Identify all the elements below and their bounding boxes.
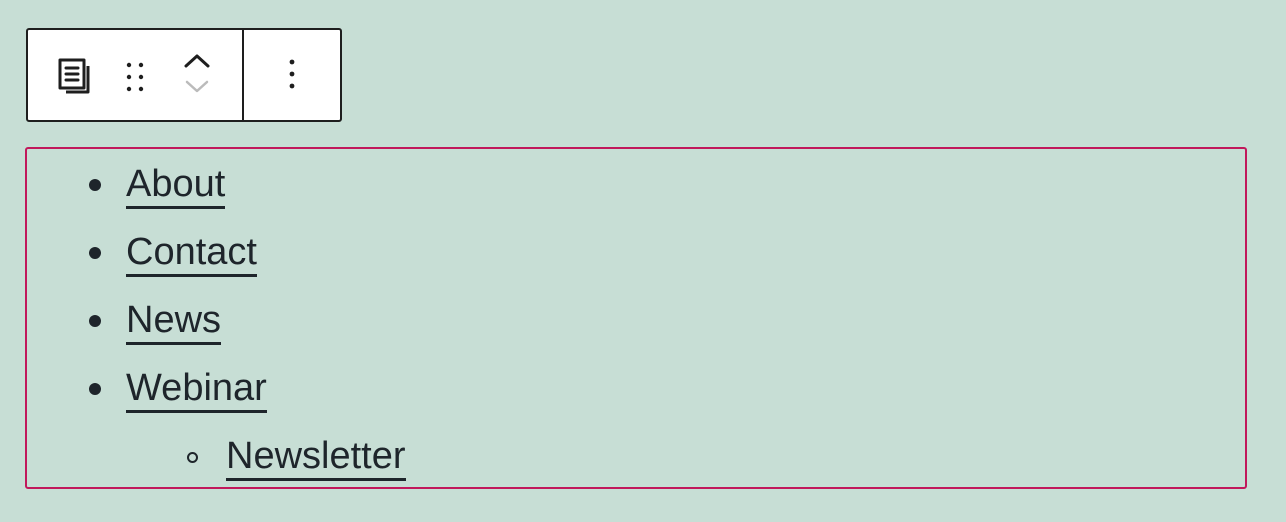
block-mover (180, 48, 214, 106)
block-toolbar-main-group (28, 30, 244, 120)
drag-handle-button[interactable] (124, 60, 148, 94)
nav-link-contact[interactable]: Contact (126, 230, 257, 277)
nav-link-webinar[interactable]: Webinar (126, 366, 267, 413)
list-bullet-hollow (187, 451, 198, 463)
block-toolbar-options-group (244, 30, 340, 120)
nav-link-about[interactable]: About (126, 162, 226, 209)
list-bullet (89, 179, 101, 191)
list-bullet (89, 383, 101, 395)
list-bullet (89, 315, 101, 327)
block-type-button[interactable] (56, 56, 96, 96)
nav-link-newsletter[interactable]: Newsletter (226, 434, 406, 481)
options-button[interactable] (282, 55, 302, 95)
block-toolbar (26, 28, 342, 122)
chevron-up-icon (184, 54, 210, 68)
move-up-button[interactable] (180, 48, 214, 74)
list-bullet (89, 247, 101, 259)
move-down-button[interactable] (180, 74, 214, 100)
more-vertical-icon (289, 59, 295, 89)
navigation-list-icon (58, 58, 90, 94)
navigation-block[interactable]: About Contact News Webinar Newsletter (25, 147, 1247, 489)
chevron-down-icon (185, 80, 209, 93)
drag-handle-icon (126, 62, 144, 92)
nav-link-news[interactable]: News (126, 298, 222, 345)
